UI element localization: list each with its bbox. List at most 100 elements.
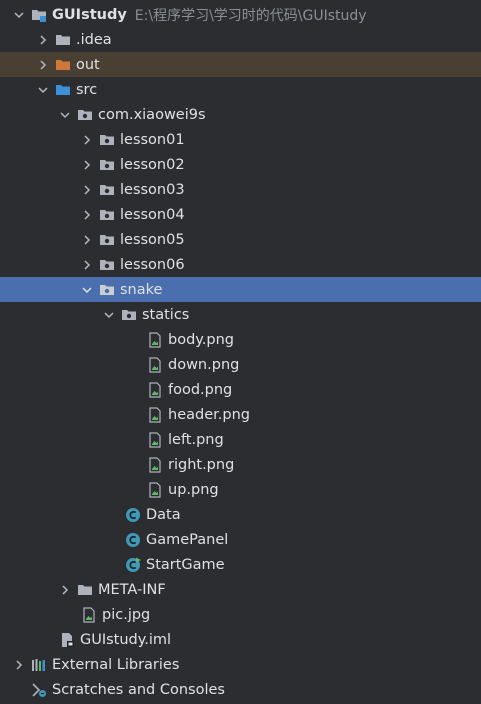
tree-row-file[interactable]: pic.jpg bbox=[0, 602, 481, 627]
tree-row-meta-inf[interactable]: META-INF bbox=[0, 577, 481, 602]
tree-row-src[interactable]: src bbox=[0, 77, 481, 102]
image-file-icon bbox=[147, 481, 163, 498]
tree-item-label: Data bbox=[146, 506, 181, 523]
tree-item-label: lesson01 bbox=[120, 131, 185, 148]
package-icon bbox=[99, 182, 115, 198]
chevron-down-icon[interactable] bbox=[79, 282, 95, 298]
tree-row-file[interactable]: header.png bbox=[0, 402, 481, 427]
chevron-down-icon[interactable] bbox=[35, 82, 51, 98]
tree-item-label: Scratches and Consoles bbox=[52, 681, 225, 698]
tree-item-label: pic.jpg bbox=[102, 606, 151, 623]
package-icon bbox=[99, 157, 115, 173]
tree-item-label: lesson03 bbox=[120, 181, 185, 198]
tree-row-lesson05[interactable]: lesson05 bbox=[0, 227, 481, 252]
tree-item-label: .idea bbox=[76, 31, 112, 48]
tree-row-scratches[interactable]: Scratches and Consoles bbox=[0, 677, 481, 702]
tree-row-file[interactable]: right.png bbox=[0, 452, 481, 477]
package-icon bbox=[99, 132, 115, 148]
tree-row-out[interactable]: out bbox=[0, 52, 481, 77]
tree-row-lesson01[interactable]: lesson01 bbox=[0, 127, 481, 152]
package-icon bbox=[99, 282, 115, 298]
tree-row-file[interactable]: body.png bbox=[0, 327, 481, 352]
chevron-right-icon[interactable] bbox=[11, 657, 27, 673]
chevron-right-icon[interactable] bbox=[79, 207, 95, 223]
tree-row-file[interactable]: down.png bbox=[0, 352, 481, 377]
image-file-icon bbox=[147, 356, 163, 373]
package-icon bbox=[99, 232, 115, 248]
tree-item-label: lesson02 bbox=[120, 156, 185, 173]
tree-row-root[interactable]: GUIstudy E:\程序学习\学习时的代码\GUIstudy bbox=[0, 2, 481, 27]
tree-item-label: StartGame bbox=[146, 556, 225, 573]
folder-icon bbox=[55, 32, 71, 48]
tree-row-file[interactable]: food.png bbox=[0, 377, 481, 402]
image-file-icon bbox=[147, 381, 163, 398]
tree-row-lesson02[interactable]: lesson02 bbox=[0, 152, 481, 177]
tree-row-class[interactable]: StartGame bbox=[0, 552, 481, 577]
libraries-icon bbox=[31, 657, 47, 673]
tree-row-file[interactable]: up.png bbox=[0, 477, 481, 502]
tree-row-package[interactable]: com.xiaowei9s bbox=[0, 102, 481, 127]
chevron-right-icon[interactable] bbox=[79, 232, 95, 248]
tree-item-label: META-INF bbox=[98, 581, 166, 598]
chevron-right-icon[interactable] bbox=[35, 32, 51, 48]
module-file-icon bbox=[59, 632, 75, 648]
tree-row-lesson03[interactable]: lesson03 bbox=[0, 177, 481, 202]
module-folder-icon bbox=[31, 7, 47, 23]
tree-item-label: statics bbox=[142, 306, 190, 323]
class-icon bbox=[125, 532, 141, 548]
tree-item-label: lesson04 bbox=[120, 206, 185, 223]
class-icon bbox=[125, 507, 141, 523]
tree-row-statics[interactable]: statics bbox=[0, 302, 481, 327]
chevron-right-icon[interactable] bbox=[79, 132, 95, 148]
tree-row-file[interactable]: left.png bbox=[0, 427, 481, 452]
tree-item-label: lesson05 bbox=[120, 231, 185, 248]
image-file-icon bbox=[147, 431, 163, 448]
tree-item-label: GamePanel bbox=[146, 531, 229, 548]
tree-row-file[interactable]: GUIstudy.iml bbox=[0, 627, 481, 652]
chevron-down-icon[interactable] bbox=[57, 107, 73, 123]
tree-item-label: header.png bbox=[168, 406, 250, 423]
tree-row-class[interactable]: Data bbox=[0, 502, 481, 527]
chevron-right-icon[interactable] bbox=[35, 57, 51, 73]
tree-item-label: com.xiaowei9s bbox=[98, 106, 206, 123]
image-file-icon bbox=[147, 331, 163, 348]
excluded-folder-icon bbox=[55, 57, 71, 73]
tree-item-label: out bbox=[76, 56, 100, 73]
root-path: E:\程序学习\学习时的代码\GUIstudy bbox=[134, 7, 367, 24]
tree-row-class[interactable]: GamePanel bbox=[0, 527, 481, 552]
tree-item-label: src bbox=[76, 81, 98, 98]
chevron-right-icon[interactable] bbox=[57, 582, 73, 598]
tree-item-label: External Libraries bbox=[52, 656, 180, 673]
scratches-icon bbox=[31, 682, 47, 698]
tree-row-lesson04[interactable]: lesson04 bbox=[0, 202, 481, 227]
chevron-right-icon[interactable] bbox=[79, 157, 95, 173]
image-file-icon bbox=[147, 406, 163, 423]
tree-item-label: left.png bbox=[168, 431, 224, 448]
project-tree: GUIstudy E:\程序学习\学习时的代码\GUIstudy .idea o… bbox=[0, 0, 481, 704]
chevron-right-icon[interactable] bbox=[79, 257, 95, 273]
package-icon bbox=[77, 107, 93, 123]
chevron-down-icon[interactable] bbox=[101, 307, 117, 323]
runnable-class-icon bbox=[125, 557, 141, 573]
tree-item-label: GUIstudy.iml bbox=[80, 631, 172, 648]
tree-item-label: down.png bbox=[168, 356, 240, 373]
chevron-right-icon[interactable] bbox=[79, 182, 95, 198]
tree-item-label: lesson06 bbox=[120, 256, 185, 273]
image-file-icon bbox=[81, 606, 97, 623]
tree-row-snake[interactable]: snake bbox=[0, 277, 481, 302]
package-icon bbox=[99, 257, 115, 273]
tree-item-label: up.png bbox=[168, 481, 219, 498]
chevron-down-icon[interactable] bbox=[11, 7, 27, 23]
tree-item-label: snake bbox=[120, 281, 163, 298]
tree-row-idea[interactable]: .idea bbox=[0, 27, 481, 52]
folder-icon bbox=[77, 582, 93, 598]
root-label: GUIstudy bbox=[52, 6, 127, 23]
package-icon bbox=[121, 307, 137, 323]
package-icon bbox=[99, 207, 115, 223]
tree-item-label: body.png bbox=[168, 331, 235, 348]
tree-row-external-libraries[interactable]: External Libraries bbox=[0, 652, 481, 677]
tree-item-label: right.png bbox=[168, 456, 235, 473]
source-folder-icon bbox=[55, 82, 71, 98]
tree-row-lesson06[interactable]: lesson06 bbox=[0, 252, 481, 277]
image-file-icon bbox=[147, 456, 163, 473]
